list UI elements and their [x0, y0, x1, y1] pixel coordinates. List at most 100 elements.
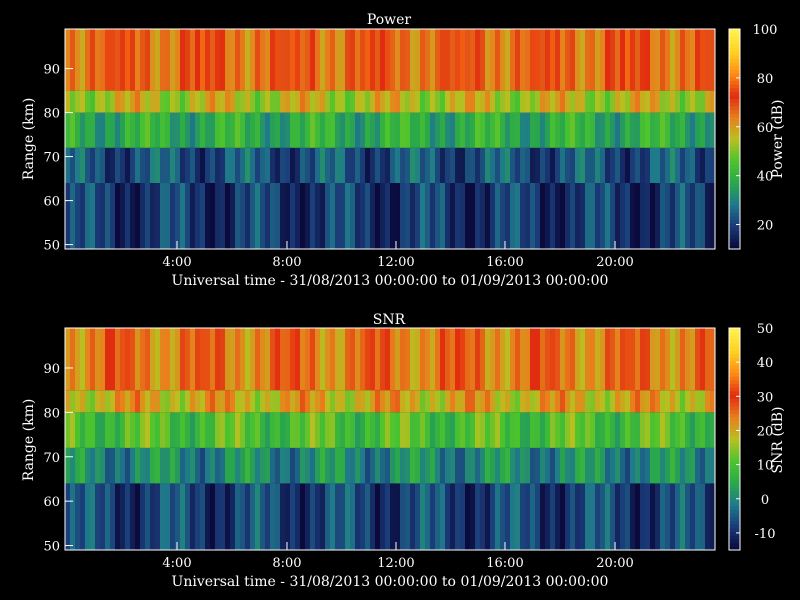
heatmap-cell: [595, 483, 601, 550]
heatmap-cell: [250, 90, 256, 113]
heatmap-cell: [265, 328, 271, 391]
heatmap-cell: [680, 29, 686, 91]
heatmap-cell: [65, 112, 71, 148]
heatmap-cell: [90, 328, 96, 391]
heatmap-cell: [335, 29, 341, 91]
heatmap-cell: [385, 183, 391, 249]
heatmap-cell: [405, 412, 411, 448]
heatmap-cell: [630, 447, 636, 484]
heatmap-cell: [490, 90, 496, 113]
heatmap-cell: [435, 483, 441, 550]
heatmap-cell: [140, 29, 146, 91]
heatmap-cell: [575, 29, 581, 91]
heatmap-cell: [700, 328, 706, 391]
heatmap-cell: [275, 447, 281, 484]
heatmap-cell: [320, 147, 326, 183]
heatmap-cell: [400, 447, 406, 484]
heatmap-cell: [495, 483, 501, 550]
heatmap-cell: [265, 29, 271, 91]
colorbar-segment: [729, 194, 740, 199]
heatmap-cell: [700, 447, 706, 484]
heatmap-cell: [385, 147, 391, 183]
heatmap-cell: [345, 90, 351, 113]
heatmap-cell: [65, 412, 71, 448]
heatmap-cell: [115, 412, 121, 448]
heatmap-cell: [65, 483, 71, 550]
heatmap-cell: [570, 90, 576, 113]
heatmap-cell: [315, 112, 321, 148]
heatmap-cell: [180, 112, 186, 148]
heatmap-cell: [230, 183, 236, 249]
heatmap-cell: [485, 147, 491, 183]
heatmap-cell: [680, 447, 686, 484]
heatmap-cell: [150, 483, 156, 550]
heatmap-cell: [600, 328, 606, 391]
heatmap-cell: [320, 412, 326, 448]
heatmap-cell: [235, 447, 241, 484]
heatmap-cell: [180, 328, 186, 391]
heatmap-cell: [640, 112, 646, 148]
colorbar-segment: [729, 51, 740, 56]
heatmap-cell: [635, 447, 641, 484]
heatmap-cell: [140, 183, 146, 249]
heatmap-cell: [580, 483, 586, 550]
heatmap-cell: [195, 147, 201, 183]
heatmap-cell: [390, 183, 396, 249]
heatmap-cell: [240, 147, 246, 183]
heatmap-cell: [130, 328, 136, 391]
heatmap-cell: [165, 412, 171, 448]
heatmap-cell: [550, 447, 556, 484]
heatmap-cell: [415, 483, 421, 550]
heatmap-cell: [240, 447, 246, 484]
heatmap-cell: [335, 447, 341, 484]
heatmap-cell: [685, 328, 691, 391]
heatmap-cell: [635, 412, 641, 448]
heatmap-cell: [340, 147, 346, 183]
heatmap-cell: [700, 412, 706, 448]
heatmap-cell: [85, 447, 91, 484]
heatmap-cell: [375, 29, 381, 91]
heatmap-cell: [460, 328, 466, 391]
heatmap-cell: [65, 147, 71, 183]
heatmap-cell: [355, 90, 361, 113]
heatmap-cell: [405, 183, 411, 249]
colorbar-segment: [729, 65, 740, 70]
heatmap-cell: [80, 447, 86, 484]
heatmap-cell: [300, 183, 306, 249]
heatmap-cell: [200, 390, 206, 413]
heatmap-cell: [100, 29, 106, 91]
heatmap-cell: [290, 328, 296, 391]
heatmap-cell: [210, 90, 216, 113]
heatmap-cell: [270, 90, 276, 113]
heatmap-cell: [445, 147, 451, 183]
heatmap-cell: [80, 183, 86, 249]
heatmap-cell: [645, 412, 651, 448]
heatmap-cell: [445, 447, 451, 484]
heatmap-cell: [455, 412, 461, 448]
heatmap-cell: [110, 183, 116, 249]
heatmap-cell: [90, 483, 96, 550]
heatmap-cell: [325, 183, 331, 249]
heatmap-cell: [360, 183, 366, 249]
heatmap-cell: [80, 390, 86, 413]
heatmap-cell: [90, 447, 96, 484]
heatmap-cell: [475, 112, 481, 148]
heatmap-cell: [690, 112, 696, 148]
heatmap-cell: [430, 328, 436, 391]
heatmap-cell: [565, 147, 571, 183]
heatmap-cell: [145, 412, 151, 448]
heatmap-cell: [705, 112, 711, 148]
heatmap-cell: [485, 447, 491, 484]
heatmap-cell: [185, 328, 191, 391]
heatmap-cell: [165, 447, 171, 484]
heatmap-cell: [705, 147, 711, 183]
heatmap-cell: [350, 112, 356, 148]
heatmap-cell: [135, 183, 141, 249]
heatmap-cell: [95, 112, 101, 148]
heatmap-cell: [480, 483, 486, 550]
heatmap-cell: [150, 90, 156, 113]
heatmap-cell: [425, 412, 431, 448]
heatmap-cell: [440, 447, 446, 484]
heatmap-cell: [465, 90, 471, 113]
heatmap-cell: [550, 29, 556, 91]
